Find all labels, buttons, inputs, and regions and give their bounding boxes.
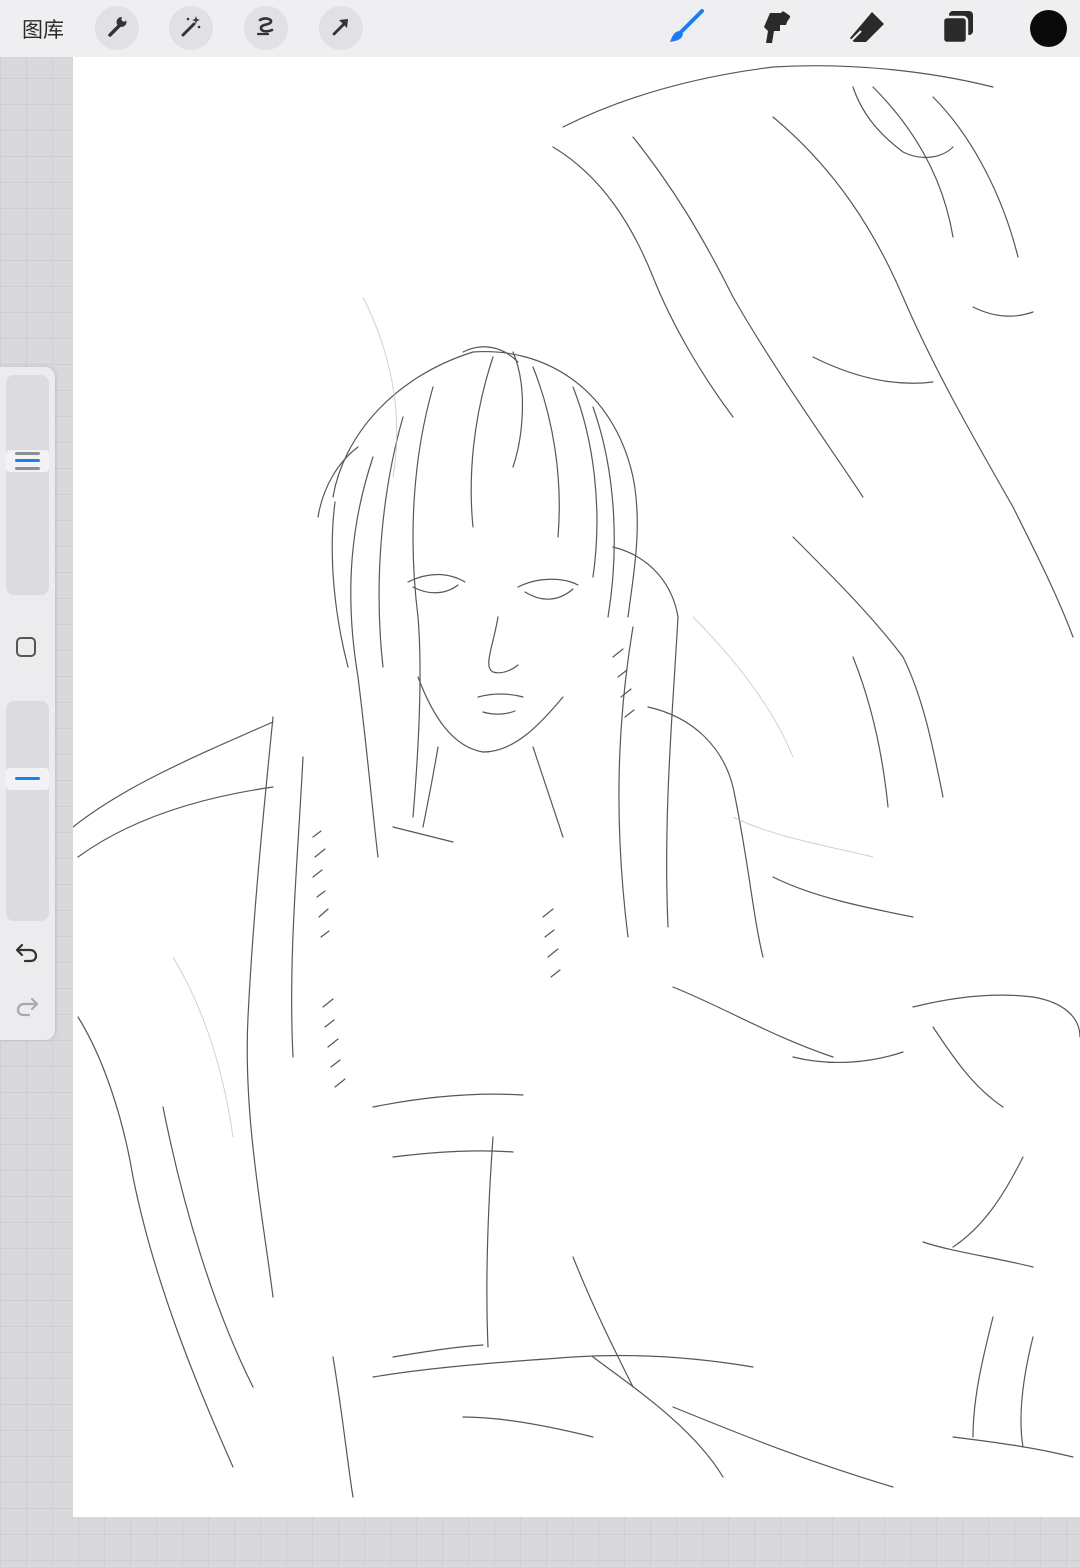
color-picker-button[interactable]	[1030, 10, 1067, 47]
side-toolbar	[0, 367, 55, 1040]
brush-size-handle[interactable]	[6, 450, 49, 472]
sketch-artwork	[73, 65, 1080, 1498]
eraser-icon	[847, 7, 887, 52]
transform-arrow-icon	[328, 13, 354, 44]
actions-button[interactable]	[95, 6, 139, 50]
modify-button[interactable]	[16, 637, 36, 657]
brush-size-slider[interactable]	[6, 375, 49, 595]
opacity-slider[interactable]	[6, 701, 49, 921]
redo-button[interactable]	[13, 994, 41, 1022]
smudge-tool-button[interactable]	[756, 9, 796, 49]
undo-icon	[14, 939, 40, 970]
selection-icon	[253, 13, 279, 44]
selection-button[interactable]	[244, 6, 288, 50]
brush-icon	[666, 7, 706, 52]
gallery-button[interactable]: 图库	[22, 14, 64, 44]
layers-button[interactable]	[938, 9, 978, 49]
brush-tool-button[interactable]	[666, 7, 706, 52]
eraser-tool-button[interactable]	[847, 9, 887, 49]
layers-icon	[938, 7, 978, 52]
magic-wand-icon	[178, 13, 204, 44]
top-toolbar: 图库	[0, 0, 1080, 58]
adjustments-button[interactable]	[169, 6, 213, 50]
transform-button[interactable]	[319, 6, 363, 50]
smudge-icon	[756, 7, 796, 52]
opacity-handle[interactable]	[6, 768, 49, 790]
drawing-canvas[interactable]	[73, 57, 1080, 1517]
undo-button[interactable]	[13, 940, 41, 968]
wrench-icon	[104, 13, 130, 44]
redo-icon	[14, 993, 40, 1024]
